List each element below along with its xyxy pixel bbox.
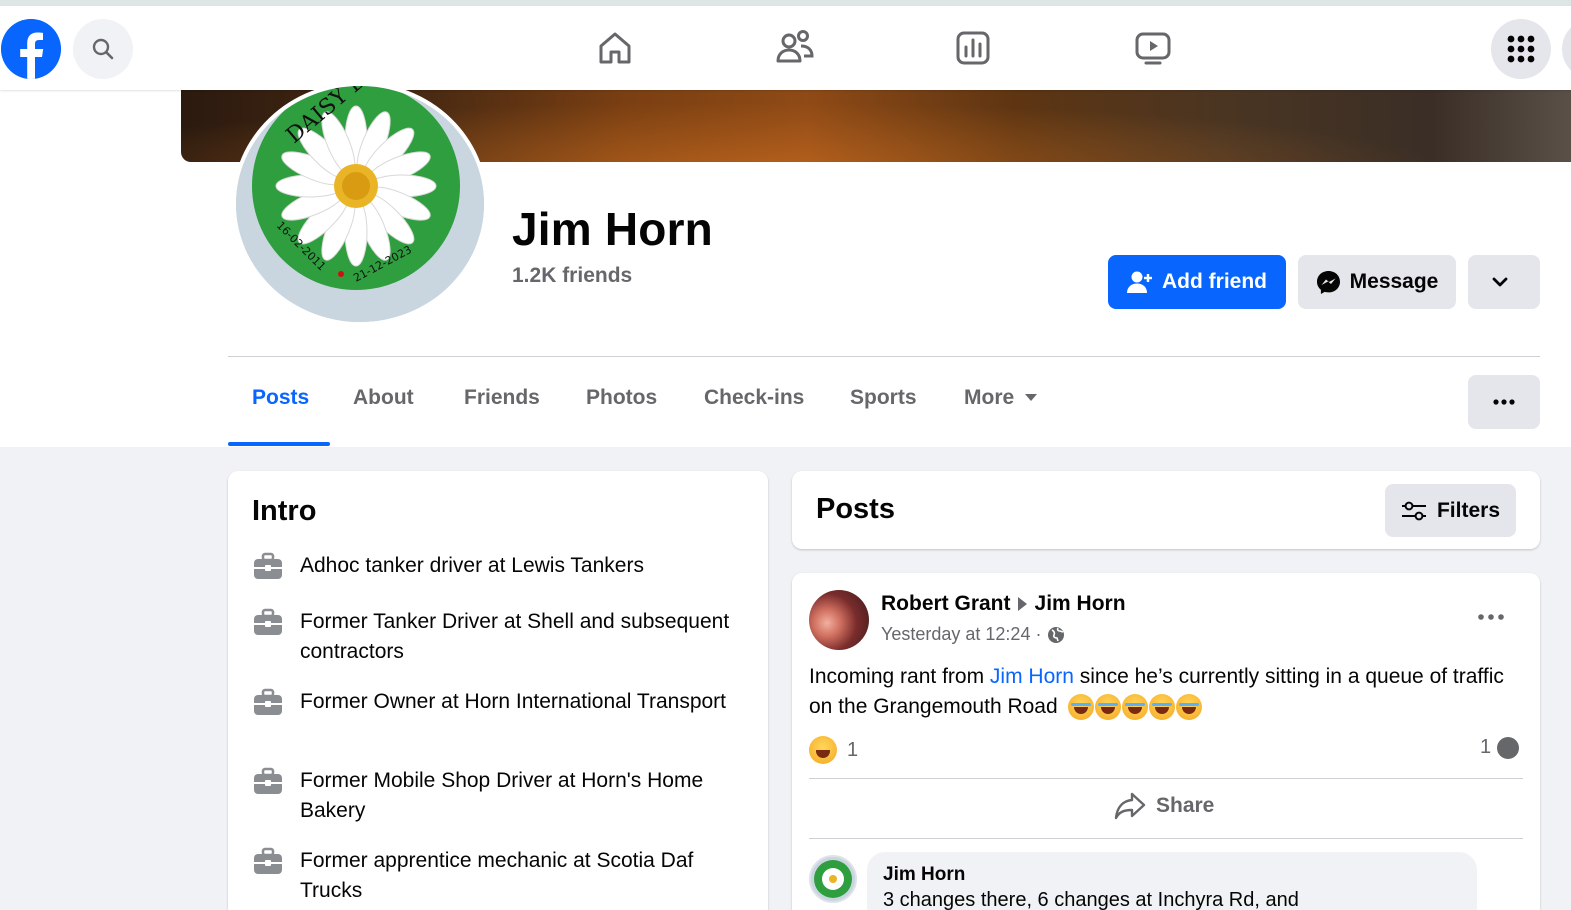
intro-item-text: Former apprentice mechanic at Scotia Daf…	[300, 849, 694, 902]
home-icon	[599, 32, 631, 64]
reaction-count: 1	[847, 738, 859, 761]
post-card: Robert Grant Jim Horn Yesterday at 12:24…	[792, 573, 1540, 910]
comment-bubble: Jim Horn 3 changes there, 6 changes at I…	[867, 852, 1477, 910]
briefcase-icon	[254, 688, 282, 715]
laughing-emoji-icon	[1067, 694, 1094, 721]
profile-options-dropdown[interactable]	[1468, 255, 1540, 309]
comment-bubble-icon	[1497, 736, 1520, 759]
arrow-right-icon	[1017, 597, 1027, 611]
laughing-emoji-icon	[1148, 694, 1175, 721]
globe-icon	[1048, 626, 1065, 643]
intro-item: Former Tanker Driver at Shell and subseq…	[252, 607, 752, 667]
account-button[interactable]	[1562, 19, 1571, 79]
tab-more-label: More	[964, 386, 1015, 409]
post-divider	[809, 838, 1523, 839]
chevron-down-icon	[1492, 277, 1507, 287]
share-label: Share	[1156, 794, 1215, 817]
intro-item-text: Former Tanker Driver at Shell and subseq…	[300, 610, 730, 663]
share-icon	[1114, 792, 1146, 820]
add-friend-label: Add friend	[1162, 270, 1267, 293]
posts-header-card: Posts Filters	[792, 471, 1540, 549]
intro-item-text: Former Mobile Shop Driver at Horn's Home…	[300, 769, 704, 822]
friends-count-link[interactable]: 1.2K friends	[512, 264, 632, 288]
post-text-part: Incoming rant from	[809, 665, 990, 688]
dashboard-icon	[956, 31, 990, 65]
menu-button[interactable]	[1491, 19, 1551, 79]
post-options-button[interactable]	[1478, 607, 1504, 625]
friends-icon	[776, 30, 814, 63]
active-tab-indicator	[228, 442, 330, 446]
posts-title: Posts	[816, 493, 895, 525]
messenger-icon	[1316, 270, 1340, 294]
tab-photos[interactable]: Photos	[586, 386, 657, 410]
nav-home-button[interactable]	[593, 26, 637, 70]
add-friend-button[interactable]: Add friend	[1108, 255, 1286, 309]
briefcase-icon	[254, 552, 282, 579]
post-divider	[809, 778, 1523, 779]
laughing-emoji-icon	[1094, 694, 1121, 721]
laughing-emoji-row	[1067, 694, 1203, 721]
caret-down-icon	[1025, 394, 1038, 401]
intro-item: Former Mobile Shop Driver at Horn's Home…	[252, 766, 752, 826]
post-meta: Yesterday at 12:24 ·	[881, 624, 1065, 645]
laughing-emoji-icon	[1121, 694, 1148, 721]
briefcase-icon	[254, 767, 282, 794]
briefcase-icon	[254, 847, 282, 874]
post-author-link[interactable]: Robert Grant	[881, 592, 1011, 616]
post-mention-link[interactable]: Jim Horn	[990, 665, 1074, 688]
filters-button[interactable]: Filters	[1385, 484, 1516, 537]
filters-icon	[1401, 501, 1426, 520]
intro-item: Adhoc tanker driver at Lewis Tankers	[252, 551, 752, 583]
comments-count-button[interactable]: 1	[1480, 736, 1520, 759]
comment-author-link[interactable]: Jim Horn	[883, 864, 1461, 886]
more-dots-icon	[1493, 399, 1515, 405]
post-author-line: Robert Grant Jim Horn	[881, 592, 1126, 616]
share-button[interactable]: Share	[1114, 792, 1214, 820]
profile-avatar[interactable]: DAISY BULL 16-02-2011 21-12-2023	[232, 82, 488, 326]
post-timestamp-link[interactable]: Yesterday at 12:24 ·	[881, 624, 1041, 645]
message-label: Message	[1349, 270, 1439, 293]
profile-name: Jim Horn	[512, 203, 713, 255]
search-icon	[92, 38, 114, 60]
tab-sports[interactable]: Sports	[850, 386, 917, 410]
post-text: Incoming rant from Jim Horn since he’s c…	[809, 662, 1519, 722]
more-dots-icon	[1478, 614, 1504, 620]
intro-item-text: Adhoc tanker driver at Lewis Tankers	[300, 554, 644, 577]
nav-video-button[interactable]	[1131, 26, 1175, 70]
tab-friends[interactable]: Friends	[464, 386, 540, 410]
tab-check-ins[interactable]: Check-ins	[704, 386, 804, 410]
search-button[interactable]	[73, 19, 133, 79]
comment-text: 3 changes there, 6 changes at Inchyra Rd…	[883, 889, 1299, 910]
tab-about[interactable]: About	[353, 386, 414, 410]
intro-item: Former apprentice mechanic at Scotia Daf…	[252, 846, 752, 906]
menu-grid-icon	[1507, 35, 1535, 63]
briefcase-icon	[254, 608, 282, 635]
tab-more[interactable]: More	[964, 386, 1038, 410]
profile-header: DAISY BULL 16-02-2011 21-12-2023 Jim Hor…	[0, 82, 1571, 447]
top-navigation-bar	[0, 6, 1571, 90]
reactions-summary[interactable]: 1	[809, 736, 858, 764]
tab-posts[interactable]: Posts	[252, 386, 309, 410]
post-author-avatar[interactable]	[809, 590, 869, 650]
header-divider	[228, 356, 1540, 357]
intro-title: Intro	[252, 495, 317, 527]
intro-item-text: Former Owner at Horn International Trans…	[300, 690, 727, 713]
video-icon	[1135, 32, 1171, 65]
filters-label: Filters	[1436, 498, 1501, 522]
post-target-link[interactable]: Jim Horn	[1035, 592, 1126, 616]
profile-more-options-button[interactable]	[1468, 375, 1540, 429]
nav-friends-button[interactable]	[773, 26, 817, 70]
intro-item: Former Owner at Horn International Trans…	[252, 687, 752, 719]
nav-dashboard-button[interactable]	[951, 26, 995, 70]
facebook-logo-icon[interactable]	[1, 19, 61, 79]
add-friend-icon	[1127, 271, 1152, 293]
comment-count: 1	[1480, 736, 1492, 758]
laughing-emoji-icon	[1175, 694, 1202, 721]
haha-reaction-icon	[809, 736, 837, 764]
message-button[interactable]: Message	[1298, 255, 1456, 309]
comment-author-avatar[interactable]	[809, 855, 857, 903]
intro-card: Intro Adhoc tanker driver at Lewis Tanke…	[228, 471, 768, 910]
